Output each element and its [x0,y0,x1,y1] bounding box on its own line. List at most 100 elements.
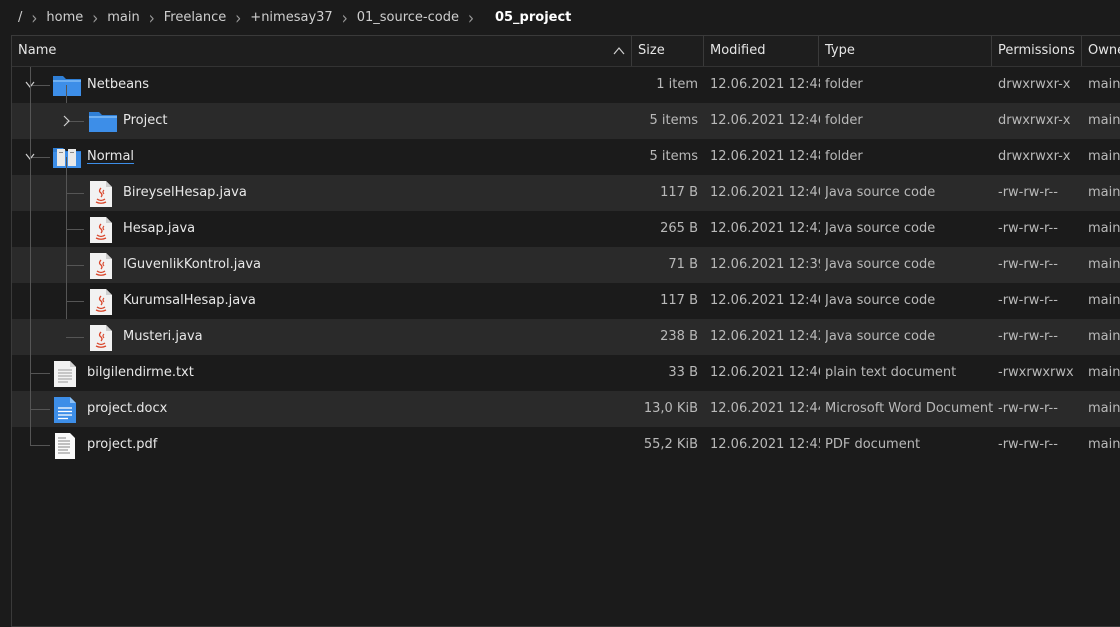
file-modified: 12.06.2021 12:46 [710,113,820,128]
breadcrumb-home[interactable]: home [46,10,83,25]
chevron-right-icon: › [235,6,242,29]
file-size: 71 B [668,257,698,272]
file-modified: 12.06.2021 12:39 [710,257,820,272]
file-owner: main [1088,149,1120,164]
file-size: 117 B [660,293,698,308]
file-size: 13,0 KiB [643,401,698,416]
breadcrumb-source-code[interactable]: 01_source-code [357,10,459,25]
file-modified: 12.06.2021 12:42 [710,329,820,344]
file-modified: 12.06.2021 12:42 [710,221,820,236]
file-type: Java source code [825,257,936,272]
file-type: folder [825,149,863,164]
tree-connector [66,193,84,194]
file-type: Java source code [825,329,936,344]
file-row[interactable]: IGuvenlikKontrol.java 71 B 12.06.2021 12:3… [12,247,1120,283]
chevron-right-icon: › [31,6,38,29]
java-file-icon [88,216,114,248]
breadcrumb-freelance[interactable]: Freelance [164,10,227,25]
file-name: BireyselHesap.java [123,185,247,200]
file-row[interactable]: project.docx 13,0 KiB 12.06.2021 12:44 Micr… [12,391,1120,427]
file-owner: main [1088,401,1120,416]
file-type: Java source code [825,185,936,200]
file-name: KurumsalHesap.java [123,293,256,308]
file-row[interactable]: KurumsalHesap.java 117 B 12.06.2021 12:40 J… [12,283,1120,319]
column-name-header[interactable]: Name [12,36,632,66]
tree-connector [66,265,84,266]
file-modified: 12.06.2021 12:46 [710,365,820,380]
breadcrumb-root[interactable]: / [18,10,22,25]
java-file-icon [88,288,114,320]
file-permissions: drwxrwxr-x [998,149,1071,164]
file-name: project.pdf [87,437,158,452]
java-file-icon [88,252,114,284]
chevron-right-icon: › [148,6,155,29]
file-name: bilgilendirme.txt [87,365,194,380]
column-type-header[interactable]: Type [819,36,992,66]
file-permissions: -rw-rw-r-- [998,257,1058,272]
file-type: Microsoft Word Document [825,401,994,416]
file-owner: main [1088,329,1120,344]
column-permissions-header[interactable]: Permissions [992,36,1082,66]
folder-open-icon [52,144,82,174]
file-permissions: -rw-rw-r-- [998,437,1058,452]
file-row[interactable]: bilgilendirme.txt 33 B 12.06.2021 12:46 pla… [12,355,1120,391]
file-type: plain text document [825,365,957,380]
file-size: 265 B [660,221,698,236]
folder-row[interactable]: Normal 5 items 12.06.2021 12:48 folder drwxr… [12,139,1120,175]
file-list-panel: Name Size Modified Type Permissions Owne… [11,35,1120,627]
column-size-header[interactable]: Size [632,36,704,66]
file-modified: 12.06.2021 12:40 [710,185,820,200]
tree-connector [30,445,50,446]
chevron-right-icon: › [467,6,474,29]
file-row[interactable]: BireyselHesap.java 117 B 12.06.2021 12:40 J… [12,175,1120,211]
file-type: PDF document [825,437,921,452]
tree-connector [30,373,50,374]
tree-connector [30,67,31,445]
column-modified-header[interactable]: Modified [704,36,819,66]
folder-icon [88,108,118,138]
tree-connector [66,157,67,319]
tree-connector [66,337,84,338]
file-permissions: -rw-rw-r-- [998,329,1058,344]
file-type: Java source code [825,293,936,308]
file-size: 5 items [649,113,698,128]
file-row[interactable]: Hesap.java 265 B 12.06.2021 12:42 Java sour… [12,211,1120,247]
file-permissions: -rw-rw-r-- [998,401,1058,416]
breadcrumb-nimesay37[interactable]: +nimesay37 [250,10,332,25]
column-name-label: Name [18,43,57,58]
file-row[interactable]: Musteri.java 238 B 12.06.2021 12:42 Java so… [12,319,1120,355]
file-owner: main [1088,257,1120,272]
file-size: 33 B [668,365,698,380]
file-modified: 12.06.2021 12:48 [710,77,820,92]
file-name: Hesap.java [123,221,196,236]
breadcrumb-current[interactable]: 05_project [495,10,571,25]
file-owner: main [1088,77,1120,92]
tree-connector [66,85,67,103]
folder-icon [52,72,82,102]
file-size: 117 B [660,185,698,200]
file-modified: 12.06.2021 12:44 [710,401,820,416]
file-permissions: -rw-rw-r-- [998,293,1058,308]
file-name: Normal [87,149,135,164]
file-owner: main [1088,221,1120,236]
folder-row[interactable]: Netbeans 1 item 12.06.2021 12:48 folder drwx… [12,67,1120,103]
breadcrumb-main[interactable]: main [107,10,139,25]
column-owner-header[interactable]: Owner [1082,36,1120,66]
chevron-right-icon: › [341,6,348,29]
folder-row[interactable]: Project 5 items 12.06.2021 12:46 folder drwx… [12,103,1120,139]
file-name: Musteri.java [123,329,203,344]
chevron-right-icon[interactable] [59,103,73,139]
word-doc-icon [52,396,78,428]
file-permissions: drwxrwxr-x [998,77,1071,92]
file-name: Netbeans [87,77,150,92]
file-row[interactable]: project.pdf 55,2 KiB 12.06.2021 12:45 PDF d… [12,427,1120,463]
file-owner: main [1088,437,1120,452]
file-permissions: drwxrwxr-x [998,113,1071,128]
file-size: 1 item [656,77,698,92]
file-modified: 12.06.2021 12:40 [710,293,820,308]
file-type: folder [825,113,863,128]
file-type: Java source code [825,221,936,236]
file-name: IGuvenlikKontrol.java [123,257,261,272]
column-header: Name Size Modified Type Permissions Owne… [12,36,1120,67]
file-owner: main [1088,113,1120,128]
